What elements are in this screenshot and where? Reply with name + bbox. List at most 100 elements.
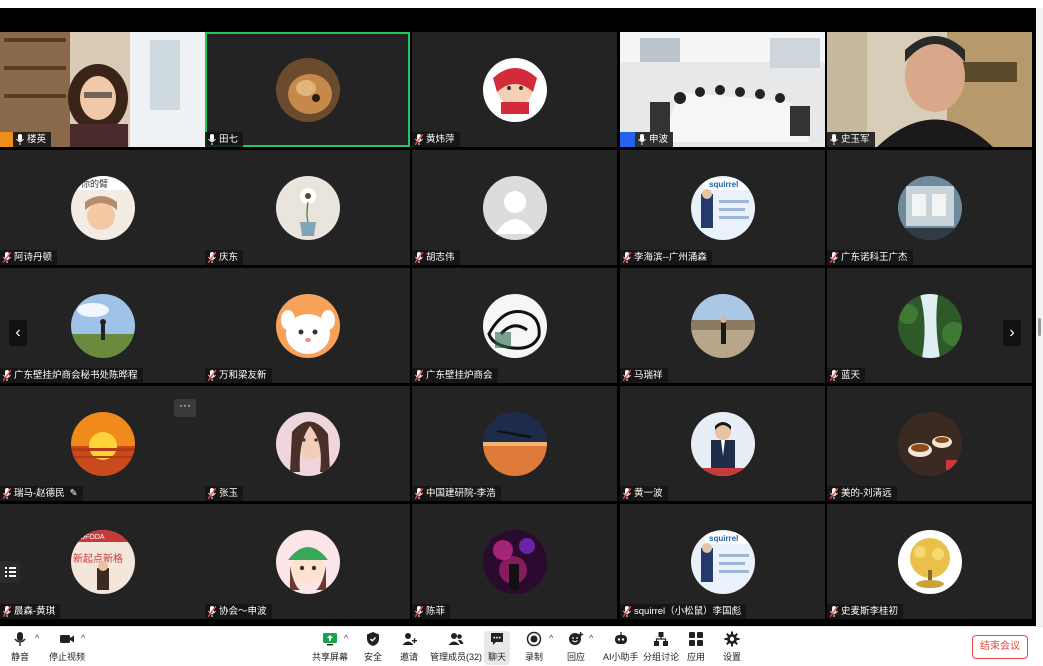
avatar-image	[897, 411, 962, 476]
reactions-label: 回应	[567, 652, 586, 662]
participant-tile[interactable]: 陈菲	[412, 504, 617, 619]
apps-label: 应用	[687, 652, 706, 662]
muted-microphone-icon	[3, 252, 11, 263]
record-label: 录制	[525, 652, 544, 662]
apps-button[interactable]: 应用	[687, 631, 705, 663]
participant-name: 庆东	[219, 252, 239, 263]
avatar-image: 你的臂	[70, 175, 135, 240]
avatar-image	[275, 57, 340, 122]
participant-tile[interactable]: 协会～申波	[205, 504, 410, 619]
muted-microphone-icon	[208, 488, 216, 499]
participant-tile[interactable]: 广东壁挂炉商会	[412, 268, 617, 383]
stop-video-label: 停止视频	[49, 652, 86, 662]
scrollbar-thumb[interactable]	[1038, 318, 1041, 336]
avatar-image	[897, 175, 962, 240]
invite-button[interactable]: 邀请	[400, 631, 418, 663]
participant-name-tag: 黄一波	[620, 486, 668, 501]
participant-tile[interactable]: 黄炜萍	[412, 32, 617, 147]
svg-text:你的臂: 你的臂	[81, 178, 108, 189]
mute-button[interactable]: 静音	[11, 631, 29, 663]
participant-tile[interactable]: 中国建研院-李浩	[412, 386, 617, 501]
participant-name-tag: 万和梁友新	[205, 368, 272, 383]
participant-avatar	[897, 529, 962, 594]
participant-tile[interactable]: 胡志伟	[412, 150, 617, 265]
participant-tile[interactable]: 黄一波	[620, 386, 825, 501]
participant-name-tag: 广东壁挂炉商会	[412, 368, 498, 383]
security-button[interactable]: 安全	[364, 631, 382, 663]
participant-avatar	[482, 293, 547, 358]
video-feed	[0, 32, 205, 147]
participant-tile[interactable]: squirrel squirrel（小松鼠）李国彪	[620, 504, 825, 619]
share-screen-icon	[323, 633, 337, 646]
muted-microphone-icon	[208, 252, 216, 263]
participant-tile[interactable]: 广东诺科王广杰	[827, 150, 1032, 265]
participant-tile[interactable]: 你的臂 阿诗丹顿	[0, 150, 205, 265]
reactions-button[interactable]: 回应	[567, 631, 585, 663]
avatar-image	[690, 293, 755, 358]
participant-name: 张玉	[219, 488, 239, 499]
participant-tile[interactable]: 史玉军	[827, 32, 1032, 147]
previous-page-button[interactable]: ‹	[9, 320, 27, 346]
right-scrollbar[interactable]	[1036, 8, 1043, 626]
participant-tile[interactable]: 马瑞祥	[620, 268, 825, 383]
participant-name-tag: 瑞马-赵德民 ✎	[0, 486, 83, 501]
participant-tile[interactable]: 蓝天	[827, 268, 1032, 383]
participant-tile[interactable]: 张玉	[205, 386, 410, 501]
microphone-icon	[16, 134, 24, 145]
avatar-image	[482, 293, 547, 358]
participant-list-toggle[interactable]	[0, 561, 20, 583]
participant-tile[interactable]: SOFODA 新起点新格 晨森-黄琪	[0, 504, 205, 619]
record-options-caret[interactable]: ^	[549, 633, 553, 643]
manage-participants-button[interactable]: 管理成员(32)	[430, 631, 482, 663]
more-options-button[interactable]: ···	[174, 399, 196, 417]
next-page-button[interactable]: ›	[1003, 320, 1021, 346]
participant-tile[interactable]: 史麦斯李桂初	[827, 504, 1032, 619]
participant-tile[interactable]: 楼英	[0, 32, 205, 147]
muted-microphone-icon	[830, 606, 838, 617]
microphone-icon	[208, 134, 216, 145]
participant-name: 马瑞祥	[634, 370, 663, 381]
participant-tile[interactable]: 庆东	[205, 150, 410, 265]
share-screen-button[interactable]: 共享屏幕	[312, 631, 348, 663]
window-top-strip	[0, 0, 1043, 8]
participant-name: 协会～申波	[219, 606, 267, 617]
share-options-caret[interactable]: ^	[344, 633, 348, 643]
participant-name-tag: 庆东	[205, 250, 244, 265]
stop-video-button[interactable]: 停止视频	[49, 631, 85, 663]
participant-tile[interactable]: 广东壁挂炉商会秘书处陈晔程	[0, 268, 205, 383]
participant-name-tag: 史玉军	[827, 132, 875, 147]
participant-name: 田七	[219, 134, 239, 145]
participant-name-tag: 晨森-黄琪	[0, 604, 61, 619]
participant-tile[interactable]: 申波	[620, 32, 825, 147]
muted-microphone-icon	[415, 606, 423, 617]
apps-grid-icon	[689, 632, 703, 646]
participant-name-tag: 中国建研院-李浩	[412, 486, 501, 501]
audio-options-caret[interactable]: ^	[35, 633, 39, 643]
participant-name-tag: 黄炜萍	[412, 132, 460, 147]
chat-button[interactable]: 聊天	[484, 631, 511, 665]
muted-microphone-icon	[830, 252, 838, 263]
edit-pencil-icon[interactable]: ✎	[70, 486, 78, 501]
settings-button[interactable]: 设置	[723, 631, 741, 663]
avatar-image	[275, 411, 340, 476]
end-meeting-button[interactable]: 结束会议	[972, 635, 1028, 659]
ai-assistant-button[interactable]: AI小助手	[603, 631, 639, 663]
avatar-image	[482, 411, 547, 476]
manage-participants-label: 管理成员(32)	[430, 652, 483, 662]
participant-tile[interactable]: 万和梁友新	[205, 268, 410, 383]
avatar-image: SOFODA 新起点新格	[70, 529, 135, 594]
chat-bubble-icon	[491, 633, 503, 645]
participant-tile[interactable]: squirrel 李海滨--广州涌森	[620, 150, 825, 265]
participant-avatar	[690, 411, 755, 476]
breakout-rooms-button[interactable]: 分组讨论	[643, 631, 679, 663]
breakout-label: 分组讨论	[643, 652, 680, 662]
participant-tile[interactable]: 美的-刘清远	[827, 386, 1032, 501]
record-button[interactable]: 录制	[525, 631, 543, 663]
participant-grid: 楼英田七 黄炜萍 申波 史玉军你的臂 阿诗丹顿庆东 胡志伟 squirrel 李海滨--广州涌…	[0, 32, 1036, 624]
participant-name-tag: 蓝天	[827, 368, 866, 383]
participant-name: 广东壁挂炉商会	[426, 370, 493, 381]
video-gallery-stage: 楼英田七 黄炜萍 申波 史玉军你的臂 阿诗丹顿庆东 胡志伟 squirrel 李海滨--广州涌…	[0, 8, 1036, 626]
participant-tile[interactable]: 田七	[205, 32, 410, 147]
reactions-options-caret[interactable]: ^	[589, 633, 593, 643]
video-options-caret[interactable]: ^	[81, 633, 85, 643]
